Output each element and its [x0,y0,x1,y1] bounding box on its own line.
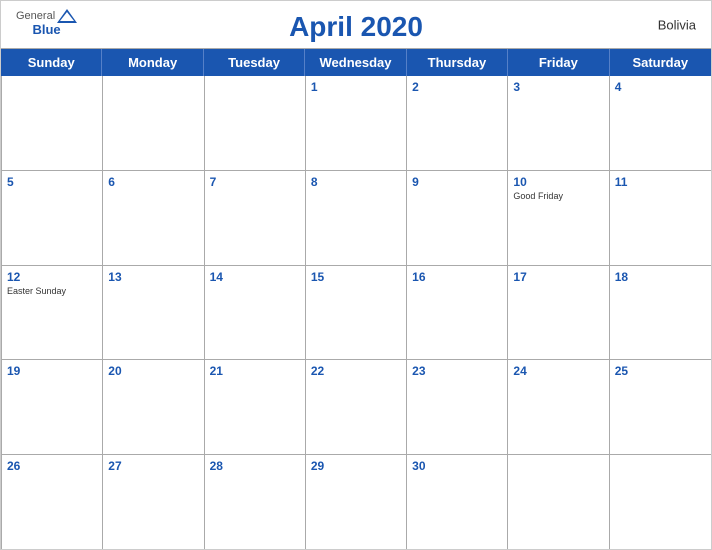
calendar-container: General Blue April 2020 Bolivia SundayMo… [0,0,712,550]
day-cell: 29 [306,455,407,549]
day-number: 20 [108,364,198,378]
day-number: 13 [108,270,198,284]
day-header-wednesday: Wednesday [305,49,406,76]
logo-blue: Blue [32,23,60,36]
day-number: 4 [615,80,706,94]
day-number: 5 [7,175,97,189]
day-number: 6 [108,175,198,189]
day-cell: 8 [306,171,407,265]
day-number: 22 [311,364,401,378]
weeks-container: 12345678910Good Friday1112Easter Sunday1… [1,76,711,549]
day-cell: 19 [2,360,103,454]
day-cell: 22 [306,360,407,454]
day-cell: 9 [407,171,508,265]
holiday-label: Easter Sunday [7,286,97,297]
day-cell [610,455,711,549]
day-cell [508,455,609,549]
day-cell: 4 [610,76,711,170]
week-row-3: 12 Easter Sunday 13 14 15 16 17 18 [2,266,711,361]
day-cell: 16 [407,266,508,360]
day-cell: 20 [103,360,204,454]
day-cell: 14 [205,266,306,360]
day-number: 3 [513,80,603,94]
week-row-4: 19 20 21 22 23 24 25 [2,360,711,455]
day-number: 23 [412,364,502,378]
day-cell: 17 [508,266,609,360]
day-cell: 10 Good Friday [508,171,609,265]
day-number: 16 [412,270,502,284]
day-headers: SundayMondayTuesdayWednesdayThursdayFrid… [1,49,711,76]
day-number: 25 [615,364,706,378]
day-number: 10 [513,175,603,189]
day-cell: 11 [610,171,711,265]
day-cell: 12 Easter Sunday [2,266,103,360]
day-number: 8 [311,175,401,189]
day-cell: 27 [103,455,204,549]
day-cell: 21 [205,360,306,454]
day-number: 17 [513,270,603,284]
day-number: 28 [210,459,300,473]
logo-icon [57,9,77,23]
day-cell [2,76,103,170]
day-cell [103,76,204,170]
day-cell: 28 [205,455,306,549]
logo-general: General [16,11,55,22]
month-title: April 2020 [289,11,423,43]
day-cell: 6 [103,171,204,265]
day-number: 30 [412,459,502,473]
day-number: 26 [7,459,97,473]
calendar-header: General Blue April 2020 Bolivia [1,1,711,48]
day-number: 2 [412,80,502,94]
day-cell: 13 [103,266,204,360]
day-cell: 15 [306,266,407,360]
day-cell: 24 [508,360,609,454]
day-cell: 30 [407,455,508,549]
day-cell: 3 [508,76,609,170]
day-header-thursday: Thursday [407,49,508,76]
day-cell: 26 [2,455,103,549]
day-number: 21 [210,364,300,378]
day-cell: 18 [610,266,711,360]
logo-area: General Blue [16,9,77,36]
day-cell [205,76,306,170]
day-number: 19 [7,364,97,378]
day-cell: 2 [407,76,508,170]
day-number: 12 [7,270,97,284]
day-number: 29 [311,459,401,473]
holiday-label: Good Friday [513,191,603,202]
day-number: 1 [311,80,401,94]
day-header-friday: Friday [508,49,609,76]
day-number: 7 [210,175,300,189]
week-row-2: 56789 10 Good Friday 11 [2,171,711,266]
calendar-grid: SundayMondayTuesdayWednesdayThursdayFrid… [1,48,711,549]
day-number: 15 [311,270,401,284]
country-label: Bolivia [658,17,696,32]
day-number: 11 [615,175,706,189]
week-row-1: 1234 [2,76,711,171]
day-cell: 7 [205,171,306,265]
day-header-saturday: Saturday [610,49,711,76]
day-cell: 5 [2,171,103,265]
day-cell: 25 [610,360,711,454]
day-number: 14 [210,270,300,284]
day-header-monday: Monday [102,49,203,76]
day-number: 27 [108,459,198,473]
day-number: 24 [513,364,603,378]
day-header-tuesday: Tuesday [204,49,305,76]
week-row-5: 26 27 28 29 30 [2,455,711,549]
day-header-sunday: Sunday [1,49,102,76]
day-number: 18 [615,270,706,284]
day-cell: 23 [407,360,508,454]
day-cell: 1 [306,76,407,170]
day-number: 9 [412,175,502,189]
